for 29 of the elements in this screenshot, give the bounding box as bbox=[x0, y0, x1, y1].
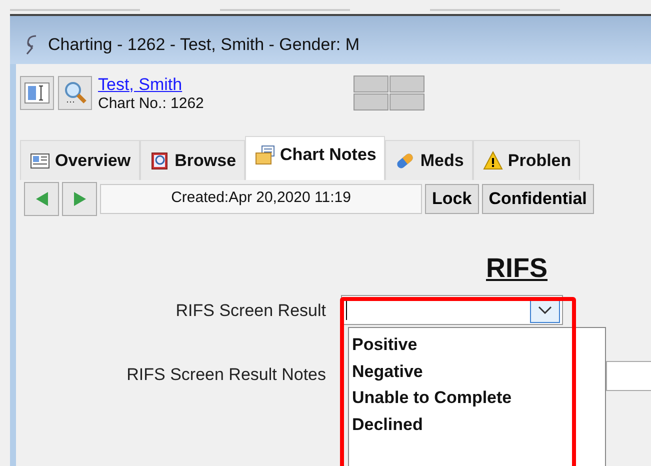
tab[interactable]: Problen bbox=[472, 140, 580, 180]
grid-icon bbox=[352, 75, 425, 111]
tab[interactable]: Chart Notes bbox=[245, 136, 386, 180]
field-label: RIFS Screen Result bbox=[174, 301, 326, 321]
window-title: Charting - 1262 - Test, Smith - Gender: M bbox=[48, 35, 360, 55]
chart-number: Chart No.: 1262 bbox=[98, 94, 204, 112]
search-button[interactable] bbox=[58, 76, 92, 110]
tab[interactable]: Meds bbox=[385, 140, 473, 180]
toolbar-button[interactable]: Confidential bbox=[482, 184, 594, 214]
dropdown-option[interactable]: Unable to Complete bbox=[352, 385, 602, 412]
chevron-down-icon bbox=[538, 306, 552, 314]
warning-icon bbox=[482, 150, 504, 170]
patient-name-link[interactable]: Test, Smith bbox=[98, 74, 204, 94]
form-heading: RIFS bbox=[486, 253, 548, 284]
id-card-button[interactable] bbox=[20, 76, 54, 110]
tab[interactable]: Browse bbox=[140, 140, 246, 180]
dropdown-option[interactable]: Negative bbox=[352, 358, 602, 385]
notes-icon bbox=[254, 145, 276, 165]
right-arrow-icon bbox=[72, 191, 86, 207]
tab[interactable]: Overview bbox=[20, 140, 140, 180]
dropdown-option[interactable]: Declined bbox=[352, 412, 602, 438]
previous-button[interactable] bbox=[24, 182, 59, 216]
left-arrow-icon bbox=[34, 191, 48, 207]
next-button[interactable] bbox=[62, 182, 97, 216]
toolbar-button[interactable]: Lock bbox=[425, 184, 479, 214]
created-date-field: Created:Apr 20,2020 11:19 bbox=[100, 184, 422, 214]
field-label: RIFS Screen Result Notes bbox=[126, 365, 326, 385]
dropdown-option[interactable]: Positive bbox=[352, 332, 602, 358]
card-icon bbox=[29, 150, 51, 170]
